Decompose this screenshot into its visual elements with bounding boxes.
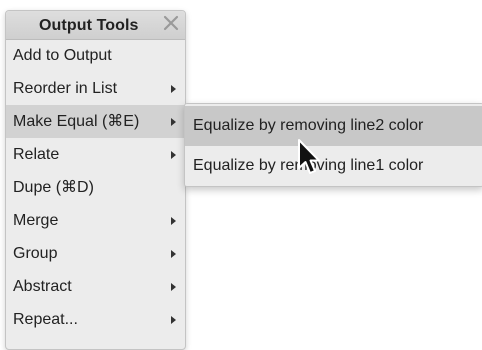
chevron-right-icon	[171, 316, 176, 324]
menu-item-dupe[interactable]: Dupe (⌘D)	[6, 171, 185, 204]
menu-item-label: Dupe (⌘D)	[13, 179, 94, 196]
menu-header: Output Tools	[6, 11, 185, 40]
menu-title: Output Tools	[39, 17, 139, 34]
menu-item-repeat[interactable]: Repeat...	[6, 303, 185, 336]
menu-item-label: Make Equal (⌘E)	[13, 113, 140, 130]
submenu-item-equalize-line2[interactable]: Equalize by removing line2 color	[185, 106, 482, 146]
chevron-right-icon	[171, 217, 176, 225]
mouse-pointer-icon	[296, 138, 322, 176]
submenu-item-label: Equalize by removing line2 color	[193, 117, 424, 134]
chevron-right-icon	[171, 151, 176, 159]
chevron-right-icon	[171, 283, 176, 291]
menu-item-make-equal[interactable]: Make Equal (⌘E)	[6, 105, 185, 138]
menu-item-group[interactable]: Group	[6, 237, 185, 270]
submenu-item-equalize-line1[interactable]: Equalize by removing line1 color	[185, 146, 482, 186]
menu-item-merge[interactable]: Merge	[6, 204, 185, 237]
chevron-right-icon	[171, 118, 176, 126]
menu-item-label: Abstract	[13, 278, 72, 295]
menu-item-label: Reorder in List	[13, 80, 118, 97]
menu-item-label: Relate	[13, 146, 60, 163]
menu-item-abstract[interactable]: Abstract	[6, 270, 185, 303]
chevron-right-icon	[171, 85, 176, 93]
menu-item-label: Merge	[13, 212, 59, 229]
menu-item-label: Group	[13, 245, 58, 262]
menu-item-reorder-in-list[interactable]: Reorder in List	[6, 72, 185, 105]
output-tools-menu: Output Tools Add to Output Reorder in Li…	[5, 10, 186, 350]
menu-item-add-to-output[interactable]: Add to Output	[6, 39, 185, 72]
chevron-right-icon	[171, 250, 176, 258]
menu-item-relate[interactable]: Relate	[6, 138, 185, 171]
menu-item-label: Add to Output	[13, 47, 112, 64]
make-equal-submenu: Equalize by removing line2 color Equaliz…	[184, 103, 482, 187]
menu-item-label: Repeat...	[13, 311, 78, 328]
close-icon[interactable]	[163, 15, 179, 31]
